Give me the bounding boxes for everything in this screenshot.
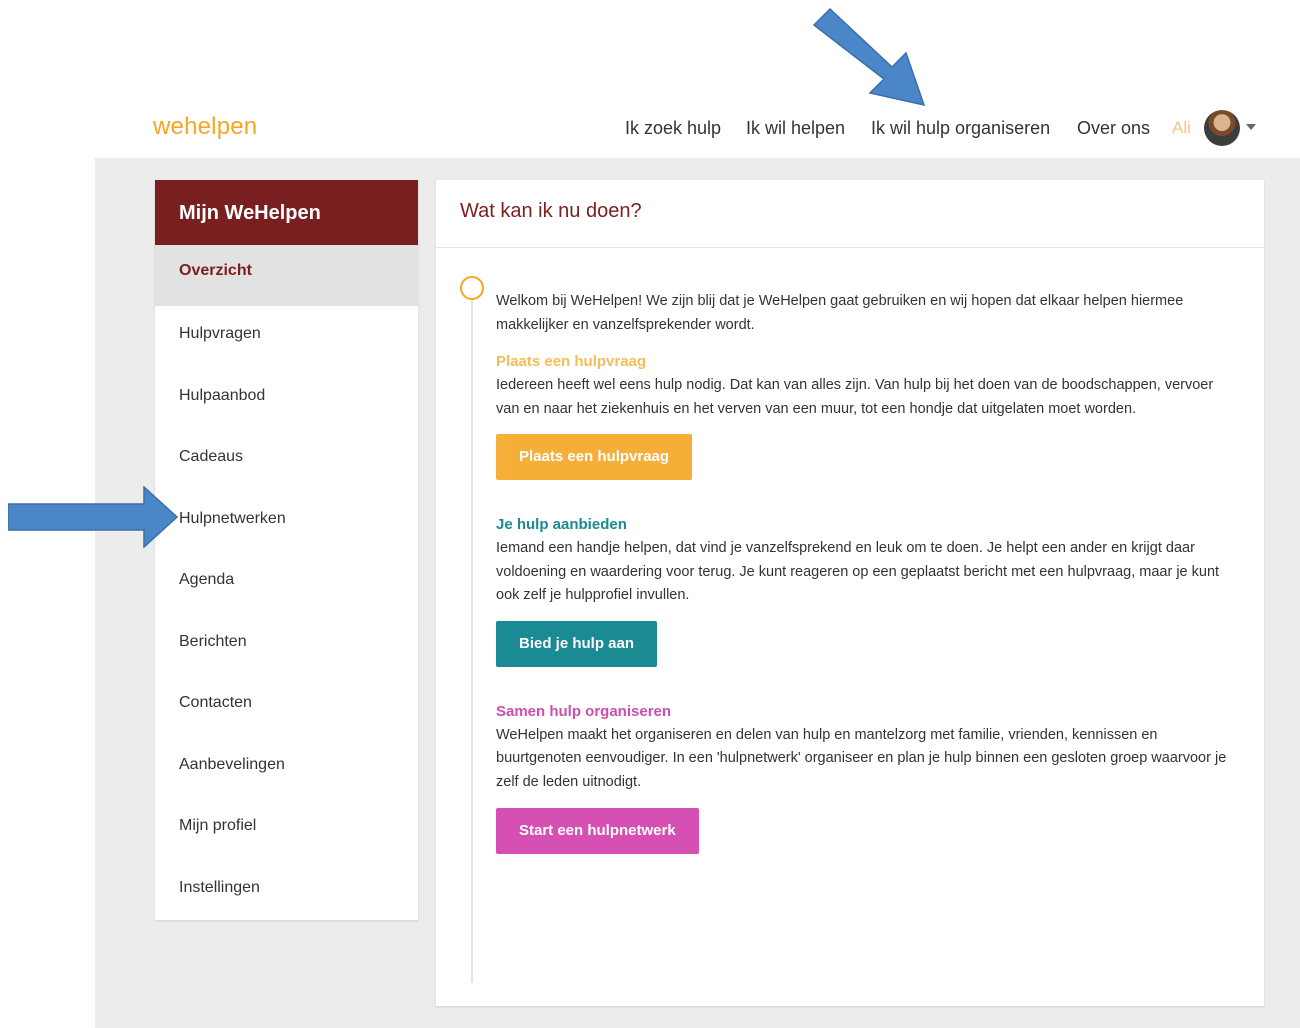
timeline-line [471, 288, 473, 983]
intro-text: Welkom bij WeHelpen! We zijn blij dat je… [496, 293, 1184, 333]
user-name[interactable]: Ali [1172, 118, 1191, 138]
sidebar-item-overzicht[interactable]: Overzicht [155, 245, 418, 306]
main-nav: Ik zoek hulp Ik wil helpen Ik wil hulp o… [0, 118, 1300, 142]
user-avatar[interactable] [1204, 110, 1240, 146]
sidebar-item-hulpaanbod[interactable]: Hulpaanbod [155, 368, 418, 430]
sidebar-item-agenda[interactable]: Agenda [155, 552, 418, 614]
nav-ik-wil-helpen[interactable]: Ik wil helpen [746, 118, 845, 139]
annotation-arrow-down-icon [812, 7, 926, 107]
section-title-organiseren: Samen hulp organiseren [496, 702, 672, 720]
sidebar-item-hulpvragen[interactable]: Hulpvragen [155, 306, 418, 368]
page-title: Wat kan ik nu doen? [436, 180, 1264, 248]
annotation-arrow-right-icon [8, 486, 178, 548]
sidebar: Mijn WeHelpen Overzicht Hulpvragen Hulpa… [155, 180, 418, 920]
plaats-hulpvraag-button[interactable]: Plaats een hulpvraag [496, 434, 693, 480]
section-text-aanbieden: Iemand een handje helpen, dat vind je va… [496, 540, 1220, 603]
sidebar-item-instellingen[interactable]: Instellingen [155, 860, 418, 922]
start-hulpnetwerk-button[interactable]: Start een hulpnetwerk [496, 808, 699, 854]
top-navigation: wehelpen Ik zoek hulp Ik wil helpen Ik w… [0, 0, 1300, 158]
section-text-hulpvraag: Iedereen heeft wel eens hulp nodig. Dat … [496, 377, 1214, 417]
main-content: Welkom bij WeHelpen! We zijn blij dat je… [496, 290, 1236, 854]
section-title-hulpvraag: Plaats een hulpvraag [496, 353, 647, 370]
nav-over-ons[interactable]: Over ons [1077, 118, 1150, 139]
main-card: Wat kan ik nu doen? Welkom bij WeHelpen!… [436, 180, 1264, 1006]
sidebar-item-hulpnetwerken[interactable]: Hulpnetwerken [155, 491, 418, 553]
sidebar-item-berichten[interactable]: Berichten [155, 614, 418, 676]
nav-ik-wil-hulp-organiseren[interactable]: Ik wil hulp organiseren [871, 118, 1050, 139]
section-text-organiseren: WeHelpen maakt het organiseren en delen … [496, 726, 1227, 790]
timeline-circle-icon [460, 276, 484, 300]
sidebar-item-aanbevelingen[interactable]: Aanbevelingen [155, 737, 418, 799]
caret-down-icon[interactable] [1246, 124, 1256, 130]
bied-hulp-aan-button[interactable]: Bied je hulp aan [496, 620, 658, 667]
section-title-aanbieden: Je hulp aanbieden [496, 516, 627, 533]
sidebar-item-cadeaus[interactable]: Cadeaus [155, 429, 418, 491]
sidebar-item-mijn-profiel[interactable]: Mijn profiel [155, 798, 418, 860]
sidebar-item-contacten[interactable]: Contacten [155, 675, 418, 737]
nav-ik-zoek-hulp[interactable]: Ik zoek hulp [625, 118, 721, 139]
sidebar-title: Mijn WeHelpen [155, 180, 418, 245]
